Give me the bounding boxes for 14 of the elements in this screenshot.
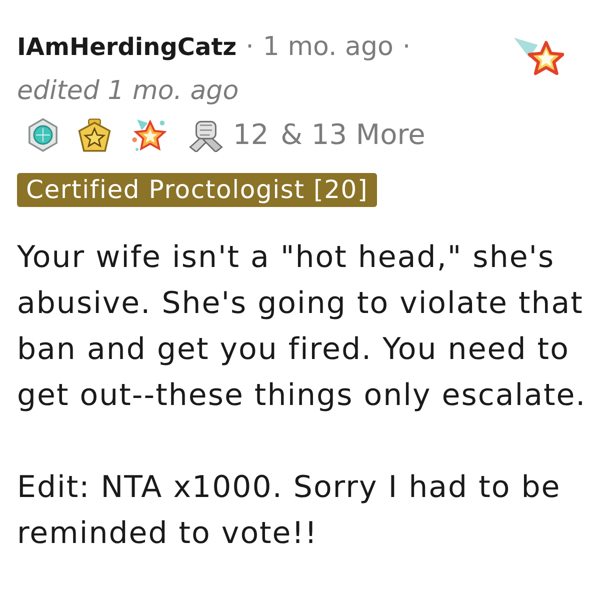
user-flair: Certified Proctologist [20] [17, 173, 378, 207]
username[interactable]: IAmHerdingCatz [17, 29, 237, 65]
star-badge-icon [78, 118, 111, 152]
post-time: 1 mo. ago [262, 30, 394, 64]
edited-time: edited 1 mo. ago [17, 74, 239, 108]
clasped-hands-icon [187, 118, 225, 152]
more-awards-link[interactable]: & 13 More [280, 114, 426, 156]
award-count: 12 [233, 117, 269, 153]
comment-text: Edit: NTA x1000. Sorry I had to be reminded to vote!! [17, 469, 562, 553]
separator-dot: · [402, 30, 411, 64]
comment-text: Your wife isn't a "hot head," she's abusive. She's going to violate that ban and get you fired. You need to get out--these things only escalate. [17, 239, 588, 415]
starburst-icon [131, 117, 167, 153]
medal-icon [28, 118, 58, 152]
separator-dot: · [246, 30, 254, 64]
